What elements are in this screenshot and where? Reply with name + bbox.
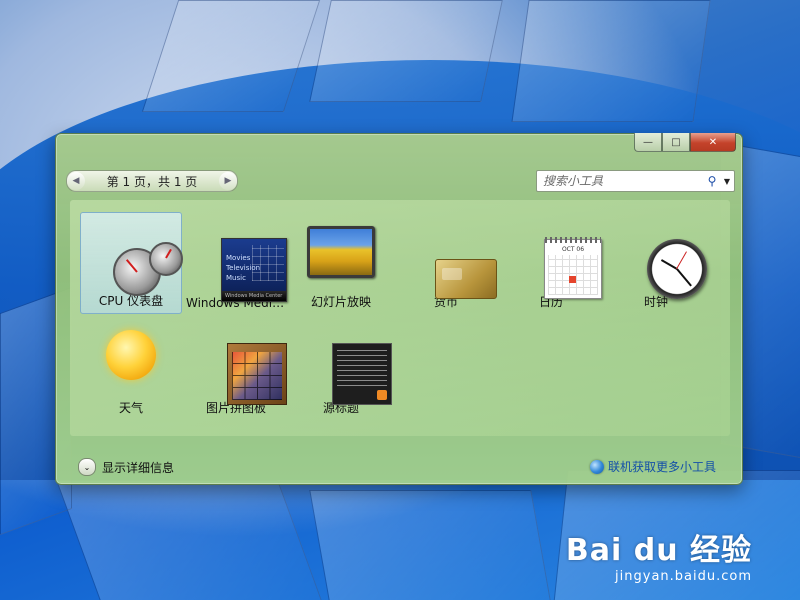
- gadget-tile-slideshow[interactable]: 幻灯片放映: [290, 212, 392, 314]
- media-center-icon: Movies Television Music Windows Media Ce…: [221, 238, 287, 302]
- show-details-toggle[interactable]: ⌄ 显示详细信息: [78, 458, 174, 476]
- search-box: ⚲ ▼: [536, 170, 735, 192]
- gadget-tile-currency[interactable]: 货币: [395, 212, 497, 314]
- thumb-line-music: Music: [226, 274, 246, 282]
- search-dropdown-icon[interactable]: ▼: [720, 177, 734, 186]
- gadget-label: 天气: [118, 401, 143, 415]
- close-button[interactable]: ✕: [690, 133, 736, 152]
- window-controls: — □ ✕: [634, 133, 736, 152]
- previous-page-button[interactable]: ◀: [67, 172, 85, 190]
- weather-icon: [106, 330, 156, 380]
- gadget-grid: CPU 仪表盘 Movies Television Music Windows …: [70, 200, 730, 436]
- chevron-down-icon: ⌄: [78, 458, 96, 476]
- gadget-gallery-window: — □ ✕ ◀ 第 1 页，共 1 页 ▶ ⚲ ▼ CPU 仪表盘: [55, 133, 743, 485]
- rss-icon: [377, 390, 387, 400]
- gadget-tile-weather[interactable]: 天气: [80, 318, 182, 420]
- gadget-tile-media-center[interactable]: Movies Television Music Windows Media Ce…: [185, 212, 287, 314]
- show-details-label: 显示详细信息: [102, 460, 175, 475]
- gadget-tile-feed-headlines[interactable]: 源标题: [290, 318, 392, 420]
- page-navigator: ◀ 第 1 页，共 1 页 ▶: [66, 170, 238, 192]
- baidu-watermark: Bai du 经验 jingyan.baidu.com: [566, 525, 752, 584]
- cpu-meter-icon: [111, 242, 183, 298]
- thumb-bar: Windows Media Center: [222, 291, 286, 301]
- thumb-line-television: Television: [226, 264, 261, 272]
- minimize-button[interactable]: —: [634, 133, 662, 152]
- arrow-right-icon: ▶: [224, 176, 232, 186]
- page-indicator: 第 1 页，共 1 页: [106, 174, 198, 189]
- slideshow-icon: [307, 226, 375, 278]
- next-page-button[interactable]: ▶: [219, 172, 237, 190]
- gallery-footer: ⌄ 显示详细信息 联机获取更多小工具: [56, 444, 742, 484]
- get-more-gadgets-link[interactable]: 联机获取更多小工具: [589, 458, 716, 475]
- clock-icon: [647, 239, 707, 299]
- currency-icon: [435, 259, 497, 299]
- maximize-button[interactable]: □: [662, 133, 690, 152]
- calendar-icon: OCT 06: [544, 237, 602, 299]
- watermark-url: jingyan.baidu.com: [615, 569, 752, 584]
- feed-headlines-icon: [332, 343, 392, 405]
- search-icon[interactable]: ⚲: [704, 174, 720, 188]
- gadget-tile-picture-puzzle[interactable]: 图片拼图板: [185, 318, 287, 420]
- gadget-tile-calendar[interactable]: OCT 06 日历: [500, 212, 602, 314]
- gadget-tile-cpu-meter[interactable]: CPU 仪表盘: [80, 212, 183, 314]
- calendar-month: OCT 06: [561, 246, 585, 253]
- globe-icon: [589, 459, 604, 474]
- watermark-brand: Bai du 经验: [565, 533, 752, 568]
- get-more-label: 联机获取更多小工具: [607, 460, 716, 474]
- gadget-label: 幻灯片放映: [310, 295, 371, 309]
- thumb-line-movies: Movies: [226, 254, 251, 262]
- picture-puzzle-icon: [227, 343, 287, 405]
- gadget-tile-clock[interactable]: 时钟: [605, 212, 707, 314]
- arrow-left-icon: ◀: [72, 176, 80, 186]
- search-input[interactable]: [537, 172, 704, 190]
